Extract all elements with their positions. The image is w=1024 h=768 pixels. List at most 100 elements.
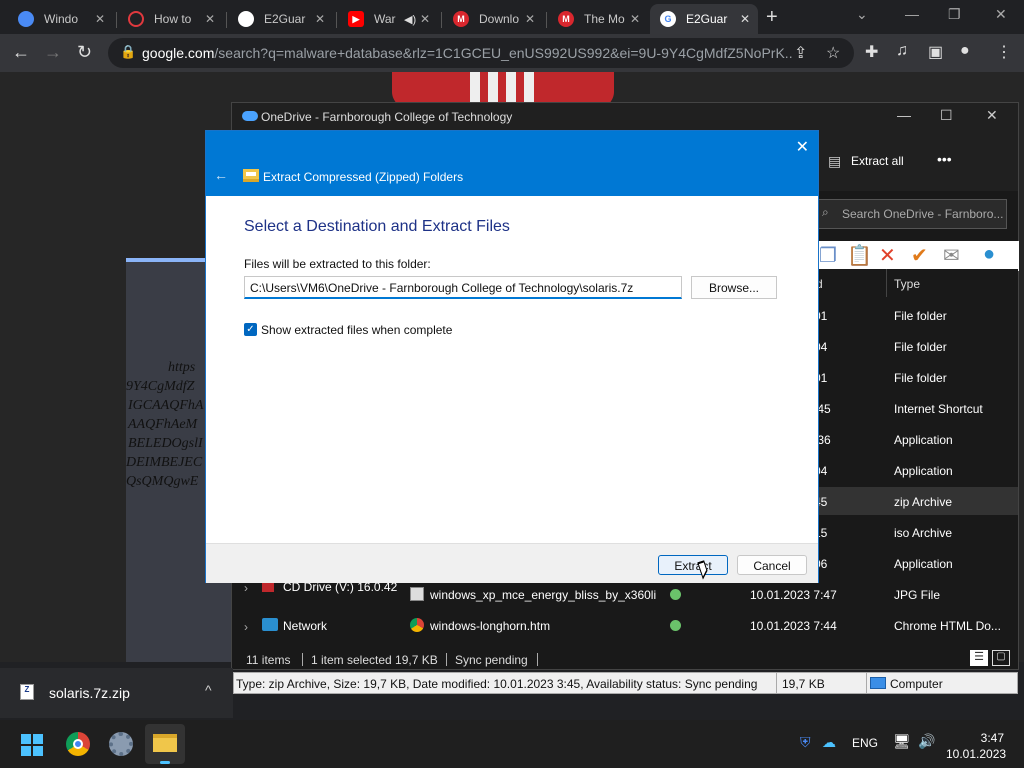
back-arrow-icon[interactable]: ←: [214, 167, 228, 183]
cell-date: 01: [814, 371, 828, 385]
onedrive-tray-icon[interactable]: ☁: [822, 734, 836, 751]
side-panel-icon[interactable]: ▣: [928, 42, 943, 62]
share-icon[interactable]: ⇪: [794, 43, 807, 63]
chevron-right-icon[interactable]: ›: [244, 620, 248, 634]
lock-icon[interactable]: 🔒: [120, 44, 136, 60]
globe-icon[interactable]: ●: [983, 243, 995, 266]
extract-button[interactable]: Extract: [658, 555, 728, 575]
forward-icon[interactable]: →: [44, 42, 62, 63]
taskbar: ⛨ ☁ ENG 🖥 🔊 3:47 10.01.2023: [0, 720, 1024, 768]
download-shelf: Z solaris.7z.zip ^: [0, 668, 233, 718]
cell-type: Application: [894, 464, 953, 478]
address-bar[interactable]: 🔒 google.com/search?q=malware+database&r…: [108, 38, 854, 68]
clock-time: 3:47: [980, 731, 1004, 745]
file-info: Type: zip Archive, Size: 19,7 KB, Date m…: [236, 677, 758, 691]
image-file-icon: [410, 587, 424, 601]
dialog-header: ✕ ← Extract Compressed (Zipped) Folders: [206, 131, 818, 196]
close-icon[interactable]: ✕: [986, 107, 998, 124]
network-tray-icon[interactable]: 🖥: [893, 733, 911, 750]
table-row[interactable]: windows_xp_mce_energy_bliss_by_x360li...…: [392, 580, 1018, 608]
back-icon[interactable]: ←: [12, 42, 30, 63]
minimize-icon[interactable]: —: [905, 6, 919, 22]
mail-icon[interactable]: ✉: [943, 243, 960, 268]
defender-shield-icon[interactable]: ⛨: [800, 734, 811, 751]
tab-title: War: [374, 12, 396, 26]
explorer-search-input[interactable]: Search OneDrive - Farnboro...: [817, 199, 1007, 229]
close-tab-icon[interactable]: ✕: [630, 12, 640, 26]
extract-all-icon: ▤: [828, 153, 842, 169]
new-tab-button[interactable]: +: [766, 6, 778, 29]
copy-icon[interactable]: ❐: [819, 243, 837, 268]
speaker-icon[interactable]: ◀): [404, 13, 416, 26]
close-window-icon[interactable]: ✕: [995, 6, 1007, 23]
media-control-icon[interactable]: ♫: [896, 42, 908, 60]
tab-6-active[interactable]: G E2Guar ✕: [650, 4, 758, 34]
chrome-taskbar-icon[interactable]: [60, 726, 96, 762]
minimize-icon[interactable]: —: [897, 107, 911, 123]
close-tab-icon[interactable]: ✕: [205, 12, 215, 26]
show-files-checkbox[interactable]: ✓: [244, 323, 257, 336]
tab-separator: [441, 12, 442, 28]
maximize-icon[interactable]: ☐: [940, 107, 953, 124]
column-header-type[interactable]: Type: [894, 277, 920, 291]
tab-title: E2Guar: [264, 12, 306, 26]
tab-2[interactable]: E2Guar ✕: [228, 4, 333, 34]
table-row[interactable]: windows-longhorn.htm 10.01.2023 7:44 Chr…: [392, 611, 1018, 639]
checkmark-icon[interactable]: ✔: [911, 243, 928, 268]
nav-network[interactable]: Network: [283, 619, 327, 633]
profile-icon[interactable]: ●: [960, 42, 970, 60]
reload-icon[interactable]: ↻: [77, 42, 92, 63]
tab-3[interactable]: ▶ War ◀) ✕: [338, 4, 438, 34]
bookmark-star-icon[interactable]: ☆: [826, 43, 840, 63]
chevron-right-icon[interactable]: ›: [244, 581, 248, 595]
details-view-icon[interactable]: ☰: [970, 650, 988, 666]
browser-toolbar: ← → ↻ 🔒 google.com/search?q=malware+data…: [0, 34, 1024, 72]
youtube-icon: ▶: [348, 11, 364, 27]
tab-5[interactable]: M The Mo ✕: [548, 4, 648, 34]
tab-separator: [546, 12, 547, 28]
item-count: 11 items: [246, 653, 291, 667]
paste-icon[interactable]: 📋: [847, 243, 872, 268]
tab-4[interactable]: M Downlo ✕: [443, 4, 543, 34]
zip-folder-icon: [243, 169, 259, 182]
chevron-up-icon[interactable]: ^: [205, 682, 212, 698]
tab-1[interactable]: How to ✕: [118, 4, 223, 34]
cell-type: Application: [894, 433, 953, 447]
more-options-button[interactable]: •••: [937, 151, 952, 167]
download-filename[interactable]: solaris.7z.zip: [49, 685, 130, 701]
tab-separator: [336, 12, 337, 28]
cancel-button[interactable]: Cancel: [737, 555, 807, 575]
close-tab-icon[interactable]: ✕: [315, 12, 325, 26]
explorer-title: OneDrive - Farnborough College of Techno…: [261, 110, 513, 124]
system-clock[interactable]: 3:47 10.01.2023: [946, 730, 1006, 762]
cell-type: File folder: [894, 309, 947, 323]
browse-button[interactable]: Browse...: [691, 276, 777, 299]
settings-gear-icon[interactable]: [103, 726, 139, 762]
tab-0[interactable]: Windo ✕: [8, 4, 113, 34]
explorer-status-bar: 11 items 1 item selected 19,7 KB Sync pe…: [232, 648, 1018, 670]
close-tab-icon[interactable]: ✕: [525, 12, 535, 26]
tab-title: Downlo: [479, 12, 520, 26]
close-icon[interactable]: ✕: [796, 137, 809, 157]
delete-x-icon[interactable]: ✕: [879, 243, 896, 268]
destination-path-input[interactable]: C:\Users\VM6\OneDrive - Farnborough Coll…: [244, 276, 682, 299]
close-tab-icon[interactable]: ✕: [740, 12, 750, 26]
network-icon: [262, 618, 278, 631]
sync-status-icon: [670, 620, 681, 631]
close-tab-icon[interactable]: ✕: [95, 12, 105, 26]
tiles-view-icon[interactable]: ▢: [992, 650, 1010, 666]
close-tab-icon[interactable]: ✕: [420, 12, 430, 26]
zip-file-icon: Z: [20, 684, 34, 700]
extract-all-button[interactable]: Extract all: [851, 154, 904, 168]
file-explorer-taskbar-icon[interactable]: [145, 724, 185, 764]
start-windows-icon[interactable]: [21, 734, 43, 756]
extensions-icon[interactable]: ✚: [865, 42, 878, 62]
tab-search-icon[interactable]: ⌄: [856, 6, 868, 23]
volume-icon[interactable]: 🔊: [918, 733, 935, 750]
url-text[interactable]: google.com/search?q=malware+database&rlz…: [142, 45, 792, 61]
cell-date: :45: [814, 402, 831, 416]
restore-icon[interactable]: ❐: [948, 6, 961, 23]
menu-icon[interactable]: ⋮: [996, 42, 1012, 62]
tab-title: E2Guar: [686, 12, 728, 26]
language-indicator[interactable]: ENG: [852, 736, 878, 750]
